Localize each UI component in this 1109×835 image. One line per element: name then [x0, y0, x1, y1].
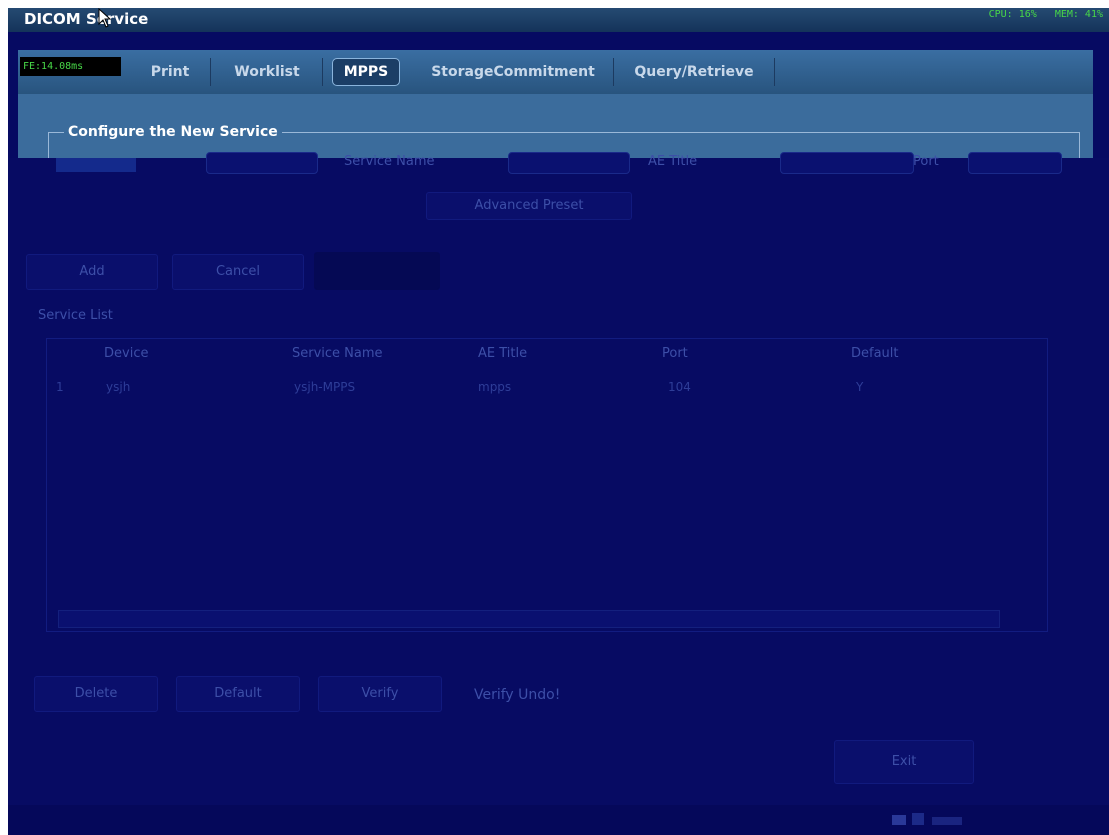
service-tab-bar: Print Worklist MPPS StorageCommitment Qu… — [18, 50, 1093, 94]
service-list-table — [46, 338, 1048, 632]
column-service-name: Service Name — [292, 346, 383, 361]
system-stats: CPU: 16% MEM: 41% — [977, 9, 1103, 20]
title-bar: DICOM Service CPU: 16% MEM: 41% — [8, 8, 1109, 32]
cpu-usage: CPU: 16% — [988, 9, 1037, 20]
window-title: DICOM Service — [24, 10, 149, 28]
cancel-button[interactable]: Cancel — [172, 254, 304, 290]
column-device: Device — [104, 346, 149, 361]
column-port: Port — [662, 346, 688, 361]
mem-usage: MEM: 41% — [1054, 9, 1103, 20]
device-select[interactable] — [206, 152, 318, 174]
advanced-preset-button[interactable]: Advanced Preset — [426, 192, 632, 220]
config-panel: Configure the New Service — [18, 94, 1093, 163]
tab-print[interactable]: Print — [130, 58, 211, 86]
save-button[interactable] — [314, 252, 440, 290]
dicom-service-window: DICOM Service CPU: 16% MEM: 41% Print Wo… — [8, 8, 1109, 835]
system-tray-icon — [892, 813, 962, 825]
row-service-name: ysjh-MPPS — [294, 380, 356, 394]
delete-button[interactable]: Delete — [34, 676, 158, 712]
device-thumbnail — [56, 158, 136, 172]
ae-title-label: AE Title — [648, 154, 698, 169]
service-name-label: Service Name — [344, 154, 435, 169]
frame-time-readout: FE:14.08ms — [20, 57, 121, 76]
row-port: 104 — [668, 380, 691, 394]
port-input[interactable] — [968, 152, 1062, 174]
status-bar — [8, 805, 1109, 835]
exit-button[interactable]: Exit — [834, 740, 974, 784]
row-ae-title: mpps — [478, 380, 512, 394]
mouse-cursor-icon — [98, 8, 112, 28]
row-default: Y — [856, 380, 864, 394]
column-default: Default — [851, 346, 899, 361]
tab-worklist[interactable]: Worklist — [212, 58, 323, 86]
service-list-label: Service List — [38, 308, 113, 323]
ae-title-input[interactable] — [780, 152, 914, 174]
default-button[interactable]: Default — [176, 676, 300, 712]
tab-mpps[interactable]: MPPS — [332, 58, 400, 86]
row-number: 1 — [56, 380, 64, 394]
row-device: ysjh — [106, 380, 131, 394]
config-group-title: Configure the New Service — [64, 124, 282, 140]
tab-query-retrieve[interactable]: Query/Retrieve — [614, 58, 775, 86]
column-ae-title: AE Title — [478, 346, 528, 361]
port-label: Port — [913, 154, 939, 169]
add-button[interactable]: Add — [26, 254, 158, 290]
service-name-input[interactable] — [508, 152, 630, 174]
tab-storage-commitment[interactable]: StorageCommitment — [413, 58, 614, 86]
verify-status-text: Verify Undo! — [474, 687, 561, 703]
verify-button[interactable]: Verify — [318, 676, 442, 712]
horizontal-scrollbar[interactable] — [58, 610, 1000, 628]
disabled-overlay: Service Name AE Title Port Advanced Pres… — [8, 152, 1109, 835]
